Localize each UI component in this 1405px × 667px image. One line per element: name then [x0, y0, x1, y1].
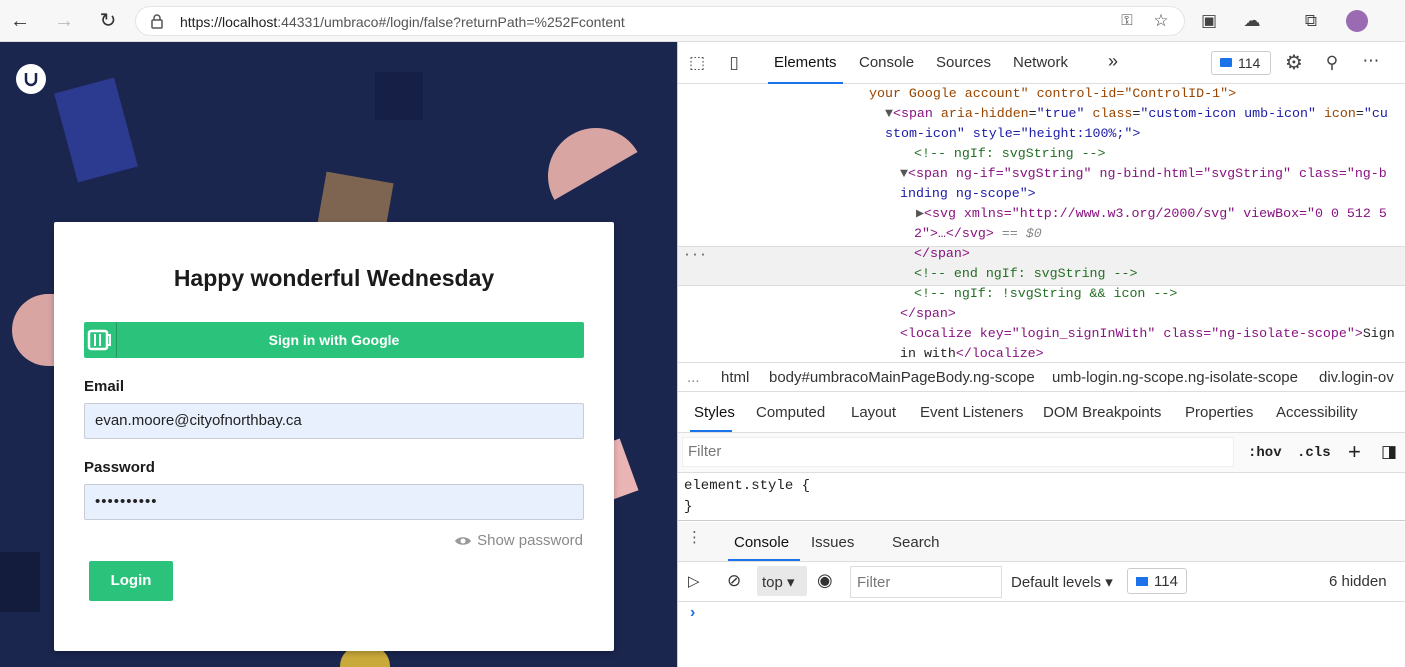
- dom-line[interactable]: </span>: [678, 304, 1405, 324]
- styles-filter-input[interactable]: Filter: [682, 437, 1234, 467]
- drawer-tab-console[interactable]: Console: [734, 534, 789, 551]
- tab-console[interactable]: Console: [859, 54, 914, 71]
- browser-toolbar: ← → ↻ https://localhost:44331/umbraco#/l…: [0, 0, 1405, 42]
- drawer-tabbar: ⋮ Console Issues Search: [678, 522, 1405, 562]
- issues-badge[interactable]: 114: [1211, 51, 1271, 75]
- console-toolbar: ▷ ⊘ top ▾ ◉ Filter Default levels ▾ 114 …: [678, 562, 1405, 602]
- tab-elements[interactable]: Elements: [768, 54, 843, 84]
- sidebar-toggle-icon[interactable]: ▷: [688, 572, 700, 590]
- umbraco-login-page: Happy wonderful Wednesday Sign in with G…: [0, 42, 677, 667]
- active-tab-indicator: [690, 430, 732, 432]
- show-password-toggle[interactable]: Show password: [454, 532, 583, 549]
- extension-icon[interactable]: ▣: [1198, 10, 1220, 32]
- dom-line[interactable]: stom-icon" style="height:100%;">: [678, 124, 1405, 144]
- cloud-icon[interactable]: ☁: [1241, 10, 1263, 32]
- dom-comment[interactable]: <!-- ngIf: !svgString && icon -->: [678, 284, 1405, 304]
- console-prompt[interactable]: ›: [690, 604, 695, 622]
- cls-toggle[interactable]: .cls: [1297, 445, 1331, 461]
- dom-line[interactable]: <localize key="login_signInWith" class="…: [678, 324, 1405, 344]
- tab-accessibility[interactable]: Accessibility: [1276, 404, 1358, 421]
- tab-network[interactable]: Network: [1013, 54, 1068, 71]
- customize-icon[interactable]: ⚲: [1321, 52, 1343, 74]
- log-levels-select[interactable]: Default levels ▾: [1011, 573, 1113, 591]
- styles-tabbar: Styles Computed Layout Event Listeners D…: [678, 393, 1405, 433]
- email-label: Email: [84, 378, 125, 395]
- devtools-panel: ⬚ ▯ Elements Console Sources Network » 1…: [677, 42, 1405, 667]
- new-style-rule-icon[interactable]: +: [1348, 439, 1361, 465]
- breadcrumb: ... html body#umbracoMainPageBody.ng-sco…: [678, 362, 1405, 392]
- greeting-heading: Happy wonderful Wednesday: [173, 265, 495, 291]
- password-label: Password: [84, 459, 155, 476]
- profile-avatar[interactable]: [1346, 10, 1368, 32]
- dom-comment[interactable]: <!-- end ngIf: svgString -->: [678, 264, 1405, 284]
- more-tabs-icon[interactable]: »: [1108, 51, 1118, 72]
- reload-icon[interactable]: ↻: [96, 9, 120, 33]
- device-toolbar-icon[interactable]: ▯: [723, 52, 745, 74]
- tab-layout[interactable]: Layout: [851, 404, 896, 421]
- tab-properties[interactable]: Properties: [1185, 404, 1253, 421]
- dom-line-svg[interactable]: 2">…</svg> == $0: [678, 224, 1405, 244]
- decor-square: [54, 77, 138, 183]
- google-signin-label: Sign in with Google: [268, 332, 400, 348]
- lock-icon: [151, 14, 163, 29]
- back-arrow-icon[interactable]: ←: [8, 9, 32, 33]
- tab-computed[interactable]: Computed: [756, 404, 825, 421]
- decor-shape: [375, 72, 423, 120]
- more-options-icon[interactable]: ⋯: [1360, 50, 1382, 72]
- settings-gear-icon[interactable]: ⚙: [1283, 52, 1305, 74]
- url-text: https://localhost:44331/umbraco#/login/f…: [180, 14, 625, 30]
- breadcrumb-umb-login[interactable]: umb-login.ng-scope.ng-isolate-scope: [1052, 369, 1298, 386]
- login-card: Happy wonderful Wednesday Sign in with G…: [54, 222, 614, 651]
- tab-dom-breakpoints[interactable]: DOM Breakpoints: [1043, 404, 1161, 421]
- show-password-label: Show password: [477, 532, 583, 549]
- devtools-toolbar: ⬚ ▯ Elements Console Sources Network » 1…: [678, 42, 1405, 84]
- toggle-sidebar-icon[interactable]: ◨: [1381, 442, 1397, 462]
- active-tab-indicator: [728, 559, 800, 561]
- email-field[interactable]: evan.moore@cityofnorthbay.ca: [84, 403, 584, 439]
- inspect-element-icon[interactable]: ⬚: [686, 52, 708, 74]
- hidden-count: 6 hidden: [1329, 573, 1387, 590]
- eye-icon: [455, 537, 472, 545]
- breadcrumb-overflow[interactable]: ...: [687, 369, 700, 386]
- breadcrumb-div[interactable]: div.login-ov: [1319, 369, 1394, 386]
- drawer-tab-issues[interactable]: Issues: [811, 534, 854, 551]
- dom-line[interactable]: your Google account" control-id="Control…: [678, 84, 1405, 104]
- dom-line[interactable]: ▼<span aria-hidden="true" class="custom-…: [678, 104, 1405, 124]
- tab-sources[interactable]: Sources: [936, 54, 991, 71]
- breadcrumb-body[interactable]: body#umbracoMainPageBody.ng-scope: [769, 369, 1035, 386]
- element-style-selector: element.style {: [684, 478, 811, 494]
- live-expression-eye-icon[interactable]: ◉: [817, 570, 833, 591]
- styles-filter-row: Filter :hov .cls + ◨: [678, 433, 1405, 473]
- favorite-star-icon[interactable]: ☆: [1150, 10, 1172, 32]
- drawer-tab-search[interactable]: Search: [892, 534, 940, 551]
- breadcrumb-html[interactable]: html: [721, 369, 749, 386]
- dom-tree: ··· your Google account" control-id="Con…: [678, 84, 1405, 364]
- drawer-menu-icon[interactable]: ⋮: [687, 528, 702, 546]
- element-style-close: }: [684, 499, 693, 515]
- google-signin-button[interactable]: Sign in with Google: [84, 322, 584, 358]
- login-button[interactable]: Login: [89, 561, 173, 601]
- context-select[interactable]: top ▾: [757, 566, 807, 596]
- decor-shape: [0, 552, 40, 612]
- tab-styles[interactable]: Styles: [694, 404, 735, 421]
- dom-line[interactable]: </span>: [678, 244, 1405, 264]
- dom-line[interactable]: inding ng-scope">: [678, 184, 1405, 204]
- clear-console-icon[interactable]: ⊘: [727, 571, 741, 591]
- hov-toggle[interactable]: :hov: [1248, 445, 1282, 461]
- dom-line[interactable]: ▼<span ng-if="svgString" ng-bind-html="s…: [678, 164, 1405, 184]
- element-style-rule[interactable]: element.style { }: [678, 473, 1405, 521]
- tab-event-listeners[interactable]: Event Listeners: [920, 404, 1023, 421]
- address-bar[interactable]: https://localhost:44331/umbraco#/login/f…: [135, 6, 1185, 36]
- key-icon[interactable]: ⚿: [1116, 10, 1138, 32]
- password-field[interactable]: ••••••••••: [84, 484, 584, 520]
- message-icon: [1136, 577, 1148, 586]
- forward-arrow-icon[interactable]: →: [52, 9, 76, 33]
- dom-line[interactable]: in with</localize>: [678, 344, 1405, 364]
- umbraco-logo: [16, 64, 46, 94]
- console-issues-badge[interactable]: 114: [1127, 568, 1187, 594]
- console-filter-input[interactable]: Filter: [850, 566, 1002, 598]
- dom-line-svg[interactable]: ▶<svg xmlns="http://www.w3.org/2000/svg"…: [678, 204, 1405, 224]
- collections-icon[interactable]: ⧉: [1300, 10, 1322, 32]
- dom-comment[interactable]: <!-- ngIf: svgString -->: [678, 144, 1405, 164]
